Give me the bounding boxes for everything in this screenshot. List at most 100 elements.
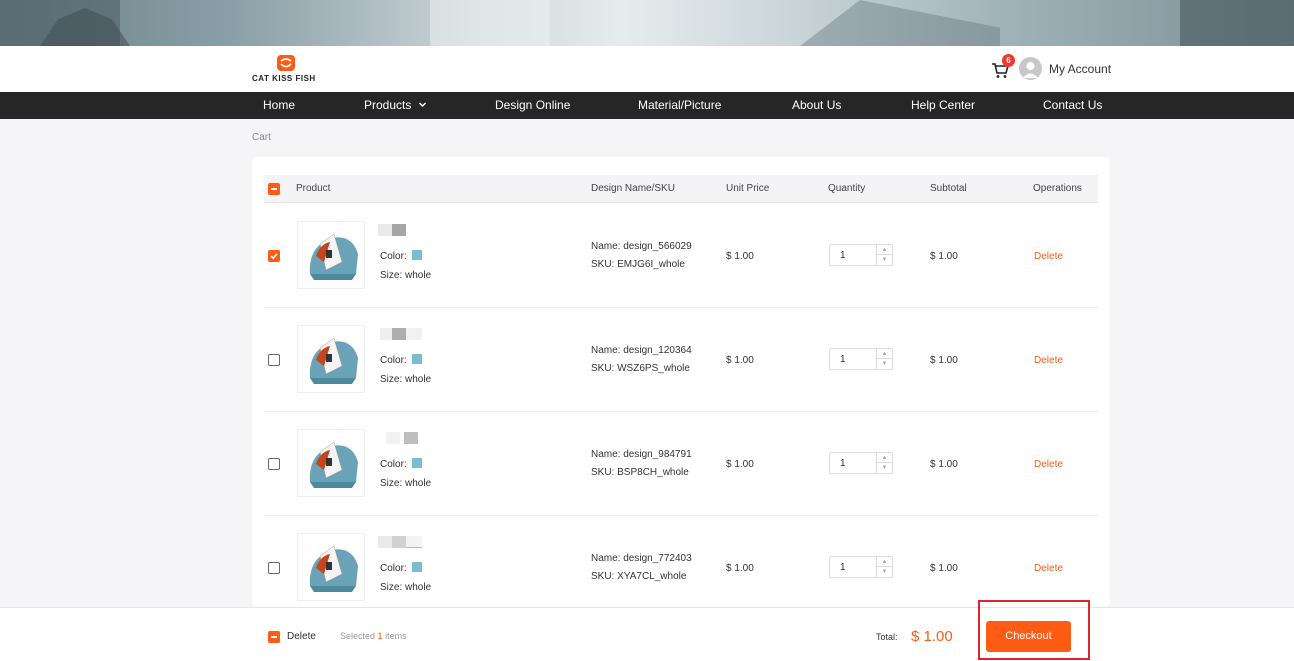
main-nav: Home Products Design Online Material/Pic…: [0, 92, 1294, 119]
product-thumbnail[interactable]: [297, 325, 365, 393]
product-name-redacted: [378, 328, 434, 340]
cart-footer: Delete Selected 1 items Total: $ 1.00 Ch…: [0, 607, 1294, 661]
breadcrumb[interactable]: Cart: [252, 132, 271, 143]
unit-price: $ 1.00: [726, 251, 754, 262]
nav-products[interactable]: Products: [364, 92, 427, 119]
brand-name: CAT KISS FISH: [252, 74, 316, 83]
selected-count: Selected 1 items: [340, 631, 407, 641]
cap-image: [309, 545, 358, 592]
product-name-redacted: [378, 536, 434, 548]
my-account-link[interactable]: My Account: [1049, 62, 1111, 76]
cap-image: [309, 233, 358, 280]
row-subtotal: $ 1.00: [930, 251, 958, 262]
user-icon: [1023, 62, 1038, 78]
increase-button[interactable]: ▲: [877, 557, 892, 567]
unit-price: $ 1.00: [726, 459, 754, 470]
product-name-redacted: [378, 432, 434, 444]
color-label: Color:: [380, 459, 407, 470]
product-color: Color:: [380, 250, 422, 262]
col-quantity: Quantity: [828, 183, 866, 194]
table-row: Color: Size: whole Name: design_566029 S…: [264, 204, 1098, 308]
cap-image: [309, 441, 358, 488]
total-label: Total:: [876, 632, 898, 642]
row-checkbox[interactable]: [268, 458, 280, 470]
design-sku: SKU: EMJG6I_whole: [591, 259, 685, 270]
table-row: Color: Size: whole Name: design_120364 S…: [264, 308, 1098, 412]
design-sku: SKU: WSZ6PS_whole: [591, 363, 690, 374]
nav-contact-us[interactable]: Contact Us: [1043, 92, 1102, 119]
color-label: Color:: [380, 355, 407, 366]
decrease-button[interactable]: ▼: [877, 255, 892, 265]
row-checkbox[interactable]: [268, 354, 280, 366]
design-sku: SKU: BSP8CH_whole: [591, 467, 689, 478]
brand-logo[interactable]: CAT KISS FISH: [252, 54, 322, 86]
product-color: Color:: [380, 354, 422, 366]
avatar[interactable]: [1019, 57, 1042, 80]
design-name: Name: design_772403: [591, 553, 692, 564]
delete-button[interactable]: Delete: [1034, 355, 1063, 366]
nav-home[interactable]: Home: [263, 92, 295, 119]
table-row: Color: Size: whole Name: design_772403 S…: [264, 516, 1098, 607]
delete-button[interactable]: Delete: [1034, 251, 1063, 262]
total-amount: $ 1.00: [911, 628, 953, 645]
check-icon: [270, 253, 278, 260]
color-label: Color:: [380, 251, 407, 262]
batch-delete-button[interactable]: Delete: [287, 631, 316, 642]
product-color: Color:: [380, 458, 422, 470]
product-color: Color:: [380, 562, 422, 574]
nav-material-picture[interactable]: Material/Picture: [638, 92, 721, 119]
selected-prefix: Selected: [340, 631, 376, 641]
quantity-stepper[interactable]: 1 ▲ ▼: [829, 556, 893, 578]
increase-button[interactable]: ▲: [877, 245, 892, 255]
delete-button[interactable]: Delete: [1034, 459, 1063, 470]
product-thumbnail[interactable]: [297, 533, 365, 601]
col-design: Design Name/SKU: [591, 183, 675, 194]
cart-table: Product Design Name/SKU Unit Price Quant…: [252, 157, 1110, 607]
decrease-button[interactable]: ▼: [877, 567, 892, 577]
color-label: Color:: [380, 563, 407, 574]
footer-select-all-checkbox[interactable]: [268, 631, 280, 643]
color-swatch: [411, 354, 422, 364]
increase-button[interactable]: ▲: [877, 349, 892, 359]
selected-number: 1: [377, 631, 383, 641]
row-checkbox[interactable]: [268, 562, 280, 574]
selected-suffix: items: [385, 631, 407, 641]
cap-image: [309, 337, 358, 384]
product-size: Size: whole: [380, 374, 432, 385]
row-subtotal: $ 1.00: [930, 355, 958, 366]
col-unit-price: Unit Price: [726, 183, 770, 194]
col-operations: Operations: [1033, 183, 1082, 194]
row-checkbox[interactable]: [268, 250, 280, 262]
delete-button[interactable]: Delete: [1034, 563, 1063, 574]
hero-banner: [0, 0, 1294, 46]
col-product: Product: [296, 183, 331, 194]
select-all-checkbox[interactable]: [268, 183, 280, 195]
decrease-button[interactable]: ▼: [877, 359, 892, 369]
unit-price: $ 1.00: [726, 355, 754, 366]
quantity-stepper[interactable]: 1 ▲ ▼: [829, 244, 893, 266]
nav-design-online[interactable]: Design Online: [495, 92, 570, 119]
product-thumbnail[interactable]: [297, 429, 365, 497]
cart-count-badge: 6: [1002, 54, 1015, 67]
col-subtotal: Subtotal: [930, 183, 967, 194]
product-size: Size: whole: [380, 582, 432, 593]
color-swatch: [411, 458, 422, 468]
product-thumbnail[interactable]: [297, 221, 365, 289]
quantity-stepper[interactable]: 1 ▲ ▼: [829, 452, 893, 474]
increase-button[interactable]: ▲: [877, 453, 892, 463]
product-size: Size: whole: [380, 478, 432, 489]
row-subtotal: $ 1.00: [930, 459, 958, 470]
color-swatch: [411, 562, 422, 572]
product-name-redacted: [378, 224, 434, 236]
table-row: Color: Size: whole Name: design_984791 S…: [264, 412, 1098, 516]
nav-about-us[interactable]: About Us: [792, 92, 841, 119]
nav-products-label: Products: [364, 98, 412, 112]
checkout-highlight-box: [978, 600, 1090, 660]
nav-help-center[interactable]: Help Center: [911, 92, 975, 119]
quantity-value: 1: [840, 562, 846, 573]
unit-price: $ 1.00: [726, 563, 754, 574]
decrease-button[interactable]: ▼: [877, 463, 892, 473]
design-name: Name: design_120364: [591, 345, 692, 356]
quantity-stepper[interactable]: 1 ▲ ▼: [829, 348, 893, 370]
design-name: Name: design_566029: [591, 241, 692, 252]
